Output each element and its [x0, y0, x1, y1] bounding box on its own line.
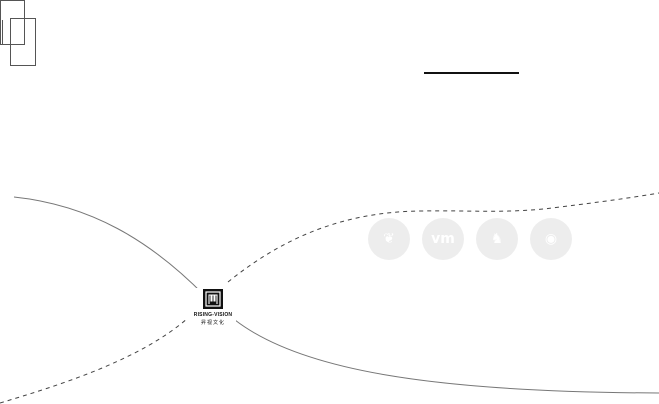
eye-icon[interactable]: ◉ [530, 218, 572, 260]
brand-name: RISING-VISION [193, 312, 233, 318]
decorative-curves [0, 192, 659, 404]
solid-curve-upper-left [13, 196, 206, 297]
brand-subtitle: 昇视文化 [200, 320, 225, 326]
qq-icon[interactable]: ♞ [476, 218, 518, 260]
dashed-curve-lower-left [0, 317, 189, 404]
weibo-icon[interactable]: ❦ [368, 218, 410, 260]
logo-mark-icon [203, 289, 223, 309]
brand-logo[interactable]: RISING-VISION 昇视文化 [190, 288, 236, 328]
social-links: ❦ vm ♞ ◉ [368, 218, 572, 260]
solid-curve-lower-right [234, 319, 659, 394]
vimeo-icon[interactable]: vm [422, 218, 464, 260]
